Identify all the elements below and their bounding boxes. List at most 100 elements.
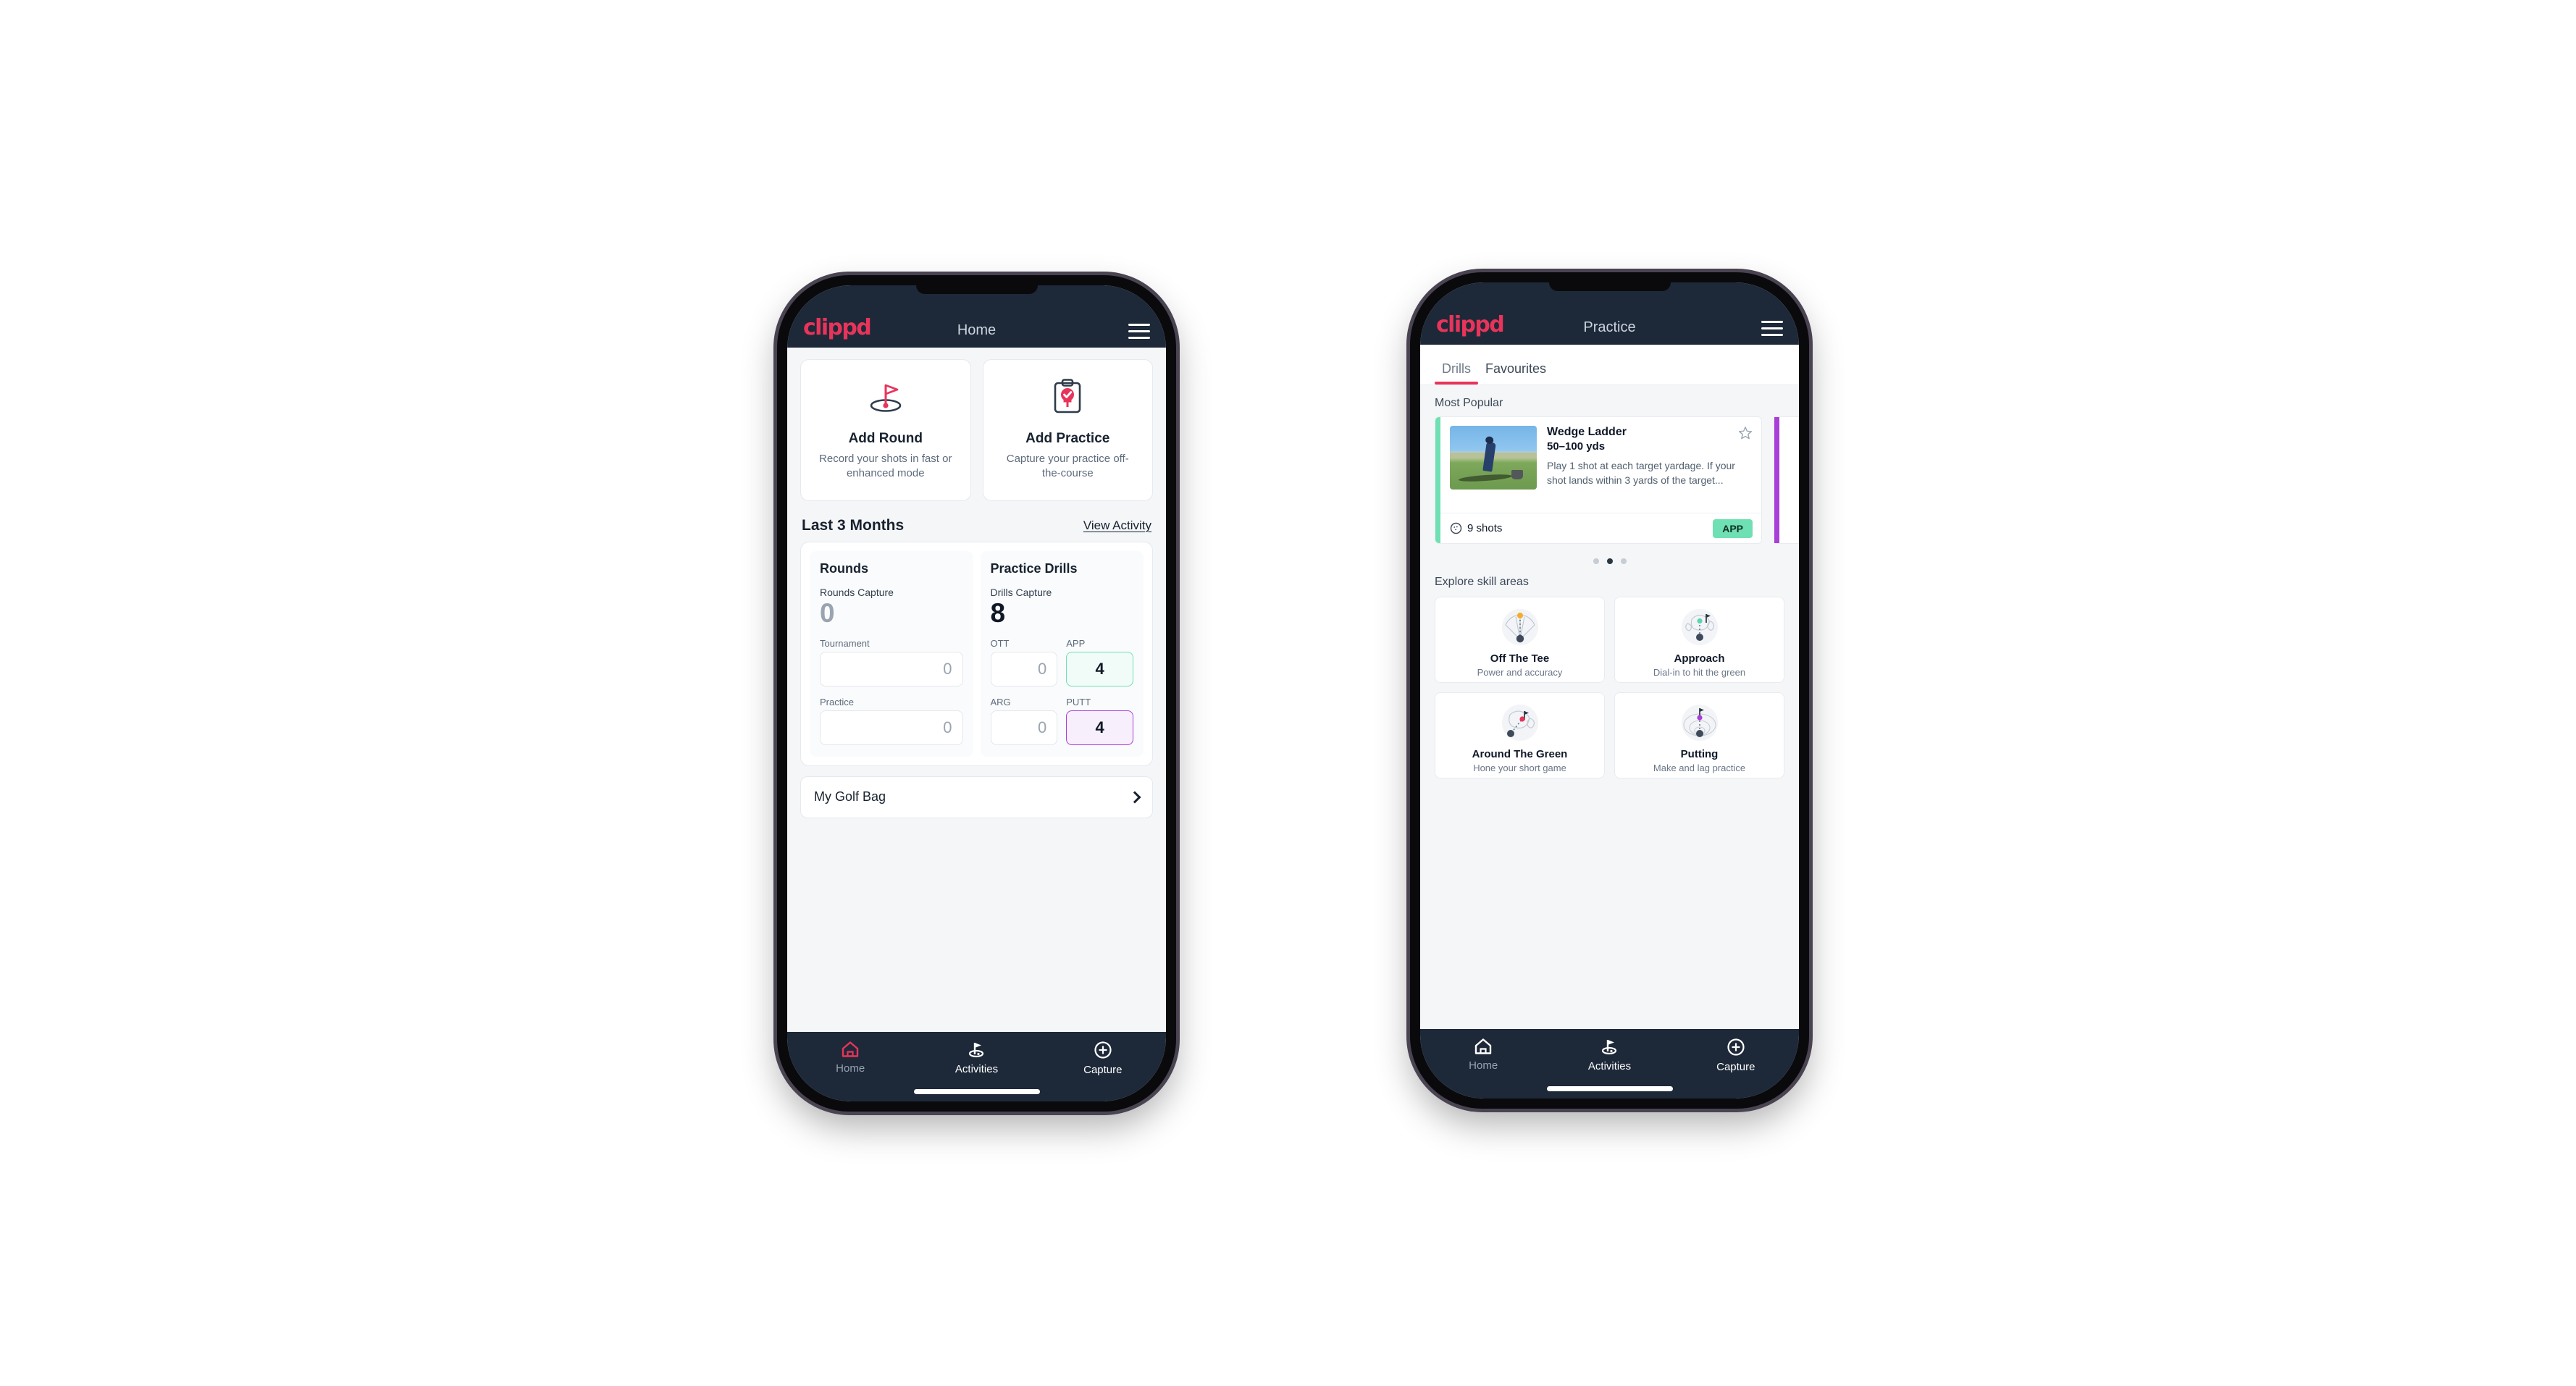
add-practice-title: Add Practice (1025, 431, 1110, 446)
home-body: Add Round Record your shots in fast or e… (787, 348, 1166, 1032)
hamburger-icon[interactable] (1128, 324, 1150, 339)
hamburger-icon[interactable] (1761, 321, 1783, 336)
nav-item-home[interactable]: Home (1420, 1038, 1546, 1072)
skill-card-off-the-tee[interactable]: Off The Tee Power and accuracy (1435, 597, 1605, 683)
practice-body: Most Popular Wedge Ladder 50–100 yds Pla… (1420, 385, 1799, 1029)
carousel-dot-1[interactable] (1593, 558, 1599, 564)
carousel-dot-2[interactable] (1606, 558, 1613, 564)
skill-name: Approach (1674, 652, 1725, 665)
plus-circle-icon (1094, 1041, 1112, 1059)
rounds-capture-label: Rounds Capture (820, 587, 894, 598)
add-practice-card[interactable]: Add Practice Capture your practice off-t… (982, 359, 1153, 501)
nav-item-activities[interactable]: Activities (913, 1041, 1039, 1075)
plus-circle-icon (1727, 1038, 1745, 1056)
most-popular-carousel[interactable]: Wedge Ladder 50–100 yds Play 1 shot at e… (1420, 416, 1799, 551)
around-the-green-icon (1493, 703, 1548, 742)
explore-skill-areas-label: Explore skill areas (1435, 576, 1529, 588)
nav-item-activities[interactable]: Activities (1546, 1038, 1672, 1072)
skill-sub: Power and accuracy (1477, 667, 1563, 678)
drill-card-text: Wedge Ladder 50–100 yds Play 1 shot at e… (1537, 426, 1753, 505)
add-round-subtitle: Record your shots in fast or enhanced mo… (819, 453, 952, 480)
home-icon (1474, 1038, 1492, 1054)
tournament-label: Tournament (820, 637, 870, 649)
nav-item-home[interactable]: Home (787, 1041, 913, 1075)
skill-name: Around The Green (1472, 748, 1568, 760)
carousel-dot-3[interactable] (1620, 558, 1627, 564)
clippd-logo[interactable]: clippd (1436, 314, 1505, 336)
drills-row-2: ARG 0 PUTT 4 (990, 686, 1133, 745)
app-value[interactable]: 4 (1066, 651, 1133, 686)
nav-label-capture: Capture (1083, 1064, 1123, 1076)
phone-notch (1548, 282, 1671, 291)
drill-description: Play 1 shot at each target yardage. If y… (1547, 460, 1735, 486)
nav-label-capture: Capture (1716, 1061, 1755, 1073)
app-label: APP (1066, 637, 1086, 649)
clippd-logo[interactable]: clippd (803, 317, 872, 339)
nav-item-capture[interactable]: Capture (1673, 1038, 1799, 1073)
my-golf-bag-row[interactable]: My Golf Bag (800, 776, 1153, 818)
my-golf-bag-label: My Golf Bag (814, 789, 886, 805)
arg-value[interactable]: 0 (990, 710, 1058, 745)
nav-label-activities: Activities (1587, 1060, 1632, 1072)
clipboard-check-icon (1049, 374, 1086, 419)
home-indicator (1546, 1086, 1673, 1091)
skill-sub: Make and lag practice (1653, 763, 1746, 773)
quick-actions-row: Add Round Record your shots in fast or e… (787, 348, 1166, 501)
putt-value[interactable]: 4 (1066, 710, 1133, 745)
home-icon (842, 1041, 859, 1057)
nav-label-home: Home (836, 1062, 865, 1075)
add-round-title: Add Round (848, 431, 923, 446)
add-round-card[interactable]: Add Round Record your shots in fast or e… (800, 359, 971, 501)
drills-row-1: OTT 0 APP 4 (990, 628, 1133, 686)
carousel-dots[interactable] (1420, 551, 1799, 564)
drill-yardage: 50–100 yds (1547, 440, 1606, 453)
drills-capture-label: Drills Capture (990, 587, 1052, 598)
nav-label-home: Home (1469, 1059, 1498, 1072)
golf-ball-icon (1450, 522, 1462, 534)
practice-value[interactable]: 0 (820, 710, 963, 745)
rounds-title: Rounds (820, 561, 868, 576)
tab-drills[interactable]: Drills (1435, 361, 1478, 385)
skill-name: Off The Tee (1490, 652, 1550, 665)
carousel-next-card-peek[interactable] (1774, 416, 1799, 544)
home-appbar: clippd Home (787, 285, 1166, 348)
rounds-column: Rounds Rounds Capture 0 Tournament 0 Pra… (810, 551, 973, 757)
ott-value[interactable]: 0 (990, 651, 1058, 686)
skill-card-around-the-green[interactable]: Around The Green Hone your short game (1435, 692, 1605, 778)
skill-sub: Dial-in to hit the green (1653, 667, 1746, 678)
screenshot-canvas: clippd Home Add Round Record your shots … (0, 0, 2576, 1386)
drill-card-footer: 9 shots APP (1435, 513, 1761, 543)
putting-icon (1672, 703, 1727, 742)
drill-card-main: Wedge Ladder 50–100 yds Play 1 shot at e… (1435, 417, 1761, 513)
drill-skill-badge: APP (1713, 518, 1753, 538)
skill-card-approach[interactable]: Approach Dial-in to hit the green (1614, 597, 1784, 683)
skill-name: Putting (1680, 748, 1719, 760)
practice-tabbar: Drills Favourites (1420, 345, 1799, 385)
add-practice-subtitle: Capture your practice off-the-course (1006, 453, 1129, 480)
skill-sub: Hone your short game (1473, 763, 1566, 773)
nav-label-activities: Activities (955, 1063, 999, 1075)
golf-flag-nav-icon (1602, 1040, 1617, 1055)
drills-title: Practice Drills (990, 561, 1078, 576)
view-activity-link[interactable]: View Activity (1083, 518, 1151, 533)
tab-favourites[interactable]: Favourites (1478, 361, 1553, 385)
star-outline-icon[interactable] (1738, 426, 1753, 444)
section-title: Last 3 Months (802, 517, 905, 534)
drill-card-wedge-ladder[interactable]: Wedge Ladder 50–100 yds Play 1 shot at e… (1435, 416, 1762, 544)
home-indicator (913, 1089, 1040, 1094)
off-the-tee-icon (1493, 608, 1548, 647)
drills-column: Practice Drills Drills Capture 8 OTT 0 A… (980, 551, 1144, 757)
drill-title: Wedge Ladder (1547, 426, 1627, 438)
practice-label: Practice (820, 696, 854, 707)
chevron-right-icon (1128, 791, 1141, 804)
golf-flag-icon (865, 374, 906, 419)
home-screen: clippd Home Add Round Record your shots … (787, 285, 1166, 1101)
golf-flag-nav-icon (969, 1043, 984, 1058)
nav-item-capture[interactable]: Capture (1040, 1041, 1166, 1076)
ott-label: OTT (990, 637, 1010, 649)
drills-capture-value: 8 (990, 598, 1006, 628)
most-popular-label: Most Popular (1435, 397, 1503, 409)
tournament-value[interactable]: 0 (820, 651, 963, 686)
phone-notch (915, 285, 1038, 294)
skill-card-putting[interactable]: Putting Make and lag practice (1614, 692, 1784, 778)
